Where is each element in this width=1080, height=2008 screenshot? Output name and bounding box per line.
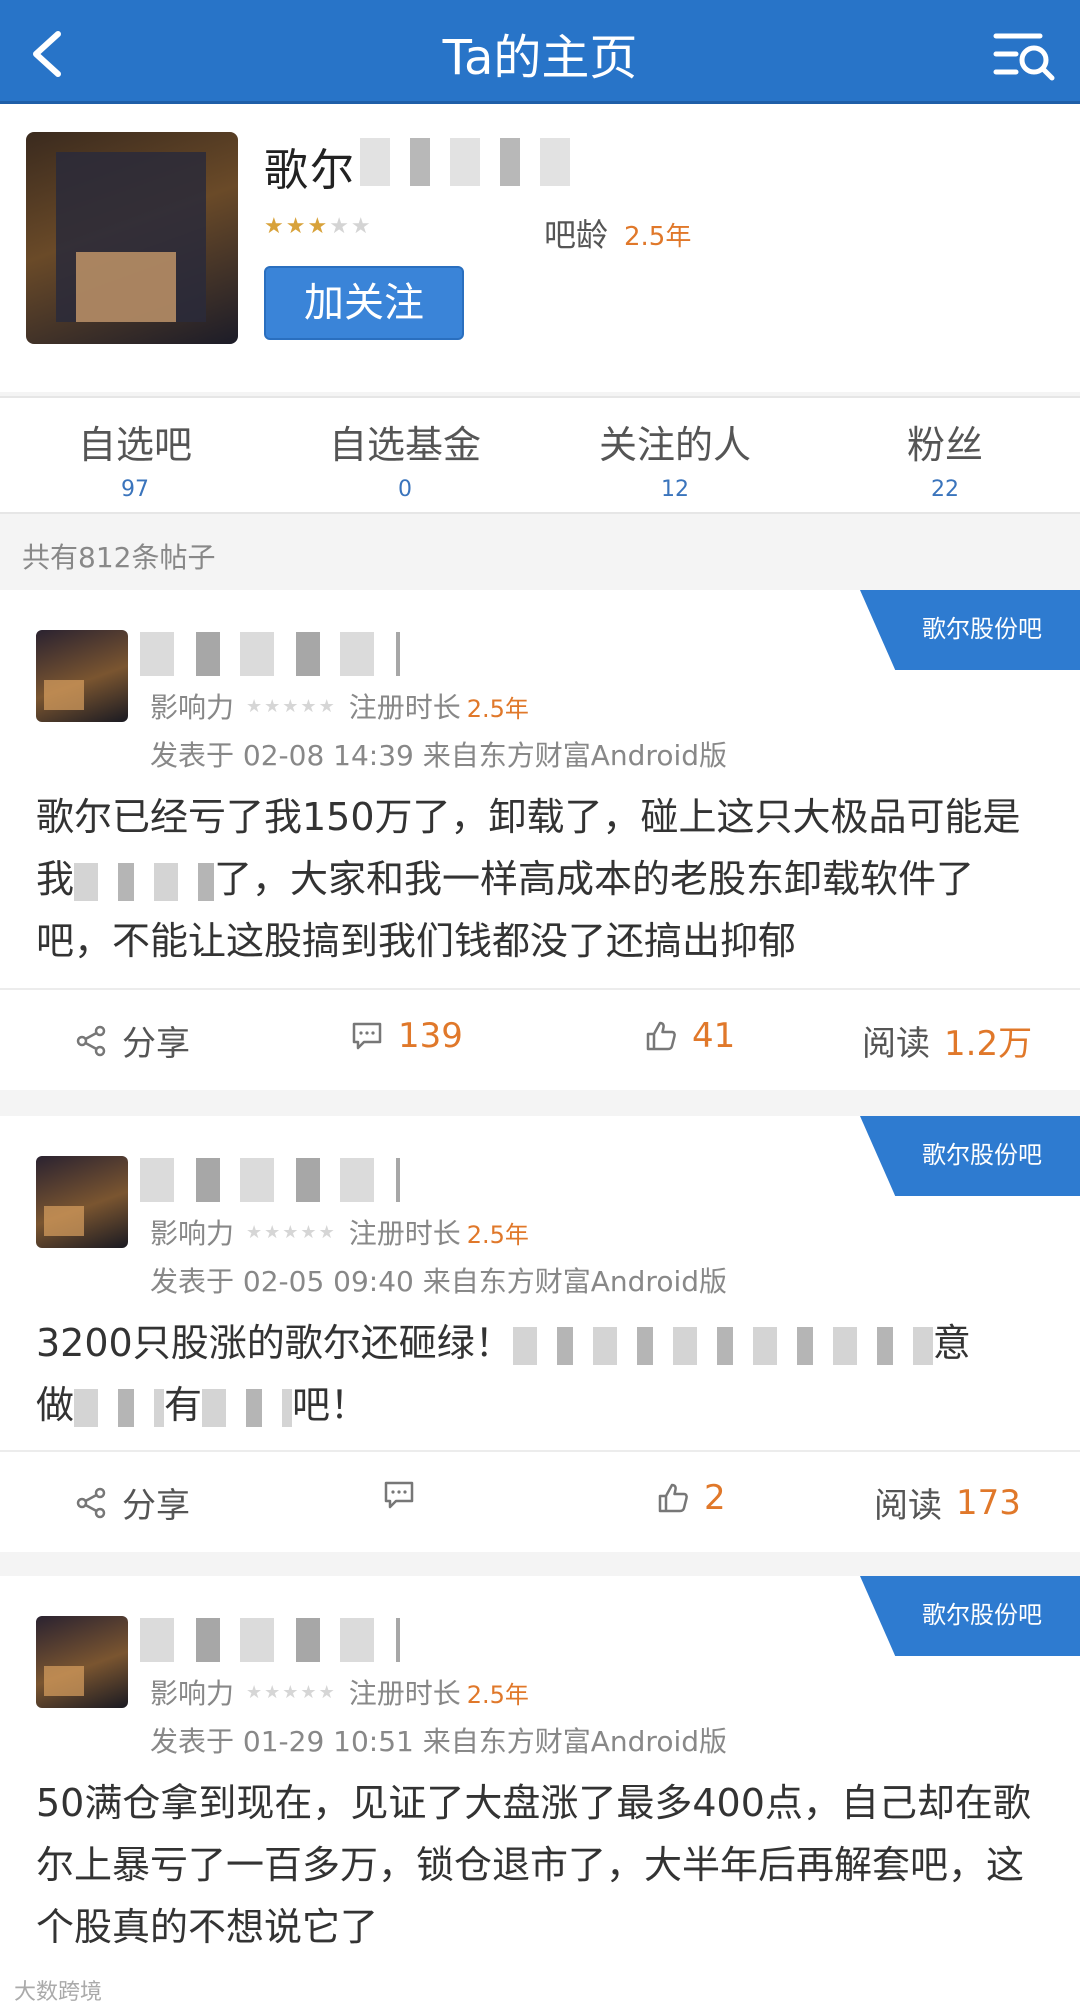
avatar[interactable] [36, 630, 128, 722]
follow-button[interactable]: 加关注 [264, 266, 464, 340]
redacted-mask [74, 862, 215, 901]
comment-button[interactable] [382, 1478, 430, 1512]
influence-label: 影响力 [150, 1677, 235, 1710]
star-rating-icon: ★★★★★ [264, 214, 373, 239]
star-rating-icon: ★★★★★ [246, 1681, 337, 1703]
page-title: Ta的主页 [442, 30, 638, 86]
post-count: 共有812条帖子 [22, 541, 216, 574]
redacted-mask [74, 1388, 165, 1427]
avatar[interactable] [36, 1616, 128, 1708]
read-count: 阅读 1.2万 [862, 1024, 1033, 1064]
reg-value: 2.5年 [466, 1680, 529, 1709]
post-content[interactable]: 50满仓拿到现在，见证了大盘涨了最多400点，自己却在歌尔上暴亏了一百多万，锁仓… [36, 1772, 1050, 1958]
stat-following[interactable]: 关注的人 12 [540, 414, 810, 502]
bar-tag[interactable]: 歌尔股份吧 [860, 1116, 1080, 1196]
post-card[interactable]: 歌尔股份吧 影响力 ★★★★★ 注册时长 2.5年 发表于 02-05 09:4… [0, 1116, 1080, 1552]
post-time: 发表于 02-08 14:39 来自东方财富Android版 [150, 739, 728, 772]
bar-tag[interactable]: 歌尔股份吧 [860, 1576, 1080, 1656]
post-card[interactable]: 歌尔股份吧 影响力 ★★★★★ 注册时长 2.5年 发表于 02-08 14:3… [0, 590, 1080, 1090]
username: 歌尔 [264, 145, 356, 196]
list-search-icon[interactable] [992, 26, 1056, 82]
post-actions: 分享 139 41 阅读 1.2万 [0, 990, 1080, 1090]
stat-favorite-bars[interactable]: 自选吧 97 [0, 414, 270, 502]
comment-icon [384, 1481, 414, 1509]
post-actions: 分享 2 阅读 173 [0, 1452, 1080, 1552]
profile-panel: 歌尔 ★★★★★ 吧龄 2.5年 加关注 [0, 104, 1080, 392]
share-button[interactable]: 分享 [74, 1478, 190, 1527]
share-button[interactable]: 分享 [74, 1016, 190, 1065]
star-rating-icon: ★★★★★ [246, 1221, 337, 1243]
stat-value: 0 [398, 477, 412, 502]
author-meta: 影响力 ★★★★★ 注册时长 2.5年 [150, 686, 529, 726]
comment-button[interactable]: 139 [350, 1016, 463, 1056]
influence-label: 影响力 [150, 691, 235, 724]
post-time: 发表于 01-29 10:51 来自东方财富Android版 [150, 1725, 728, 1758]
stat-value: 97 [121, 477, 149, 502]
stat-value: 12 [661, 477, 689, 502]
stat-label: 自选基金 [328, 423, 481, 467]
share-icon [76, 1487, 106, 1518]
redacted-mask [140, 1618, 400, 1662]
stat-label: 粉丝 [906, 423, 983, 467]
post-card[interactable]: 歌尔股份吧 影响力 ★★★★★ 注册时长 2.5年 发表于 01-29 10:5… [0, 1576, 1080, 2008]
comment-icon [352, 1022, 382, 1050]
like-count: 2 [704, 1478, 726, 1518]
author-meta: 影响力 ★★★★★ 注册时长 2.5年 [150, 1212, 529, 1252]
share-icon [76, 1025, 106, 1056]
comment-count: 139 [398, 1016, 463, 1056]
redacted-mask [360, 138, 570, 186]
ba-age-label: 吧龄 [544, 216, 609, 254]
avatar[interactable] [36, 1156, 128, 1248]
like-button[interactable]: 41 [644, 1016, 735, 1056]
redacted-mask [512, 1326, 933, 1365]
reg-label: 注册时长 [348, 1677, 461, 1710]
redacted-mask [140, 1158, 400, 1202]
star-rating-icon: ★★★★★ [246, 695, 337, 717]
read-count: 阅读 173 [874, 1482, 1021, 1527]
avatar-mask [76, 252, 176, 322]
reg-label: 注册时长 [348, 691, 461, 724]
stat-favorite-funds[interactable]: 自选基金 0 [270, 414, 540, 502]
stat-followers[interactable]: 粉丝 22 [810, 414, 1080, 502]
reg-value: 2.5年 [466, 1220, 529, 1249]
stat-label: 关注的人 [598, 423, 751, 467]
reg-value: 2.5年 [466, 694, 529, 723]
redacted-mask [202, 1388, 293, 1427]
post-content[interactable]: 3200只股涨的歌尔还砸绿！意 做有吧！ [36, 1312, 1050, 1436]
reg-label: 注册时长 [348, 1217, 461, 1250]
avatar[interactable] [26, 132, 238, 344]
thumbs-up-icon [646, 1021, 676, 1051]
like-button[interactable]: 2 [656, 1478, 726, 1518]
stat-value: 22 [931, 477, 959, 502]
post-content[interactable]: 歌尔已经亏了我150万了，卸载了，碰上这只大极品可能是我 了，大家和我一样高成本的… [36, 786, 1050, 972]
stat-label: 自选吧 [77, 423, 192, 467]
author-meta: 影响力 ★★★★★ 注册时长 2.5年 [150, 1672, 529, 1712]
stats-bar: 自选吧 97 自选基金 0 关注的人 12 粉丝 22 [0, 396, 1080, 514]
like-count: 41 [692, 1016, 736, 1056]
redacted-mask [140, 632, 400, 676]
watermark: 大数跨境 [14, 1980, 103, 2005]
influence-label: 影响力 [150, 1217, 235, 1250]
top-bar: Ta的主页 [0, 0, 1080, 104]
thumbs-up-icon [658, 1483, 688, 1513]
influence-rating: ★★★★★ [264, 214, 373, 239]
post-time: 发表于 02-05 09:40 来自东方财富Android版 [150, 1265, 728, 1298]
ba-age-value: 2.5年 [624, 222, 692, 252]
bar-tag[interactable]: 歌尔股份吧 [860, 590, 1080, 670]
